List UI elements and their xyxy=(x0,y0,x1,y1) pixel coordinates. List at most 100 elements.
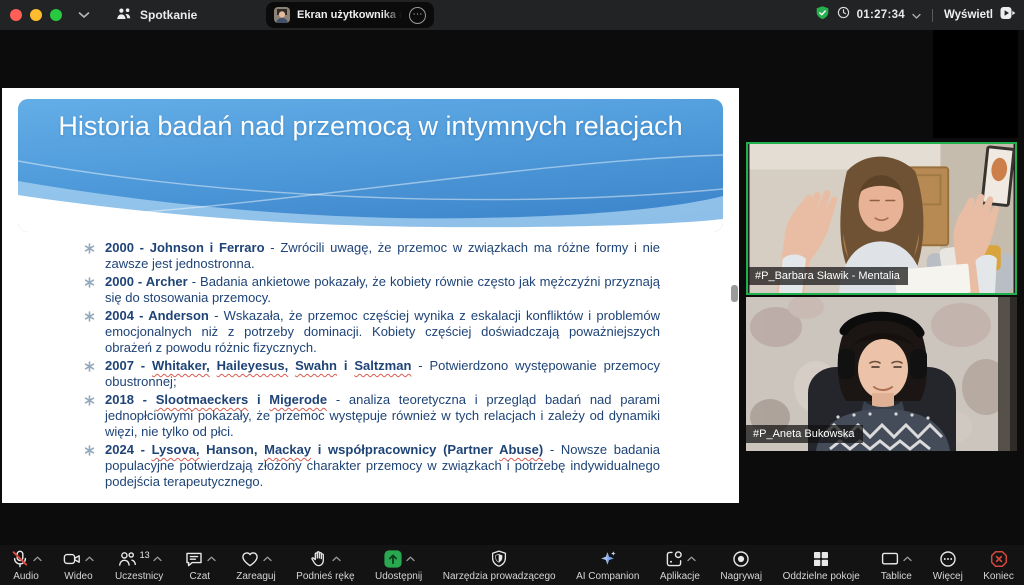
bullet-text-segment: i współpracownicy (Partner xyxy=(311,442,499,457)
bullet-text-segment: Hanson, xyxy=(200,442,265,457)
bullet-text-segment: i xyxy=(337,358,354,373)
raise-hand-icon xyxy=(309,549,341,569)
toolbar-label: Tablice xyxy=(881,571,912,582)
participant-count-badge: 13 xyxy=(140,550,150,560)
toolbar-label: Udostępnij xyxy=(375,571,422,582)
host-tools-shield-icon xyxy=(489,549,509,569)
toolbar-label: Nagrywaj xyxy=(720,571,762,582)
minimize-window-button[interactable] xyxy=(30,9,42,21)
toolbar-ai-companion[interactable]: AI Companion xyxy=(576,545,639,585)
bullet-text-segment: 2004 - Anderson xyxy=(105,308,209,323)
toolbar-oddzielne-pokoje[interactable]: Oddzielne pokoje xyxy=(783,545,860,585)
toolbar-label: Czat xyxy=(189,571,210,582)
bullet-text-segment: 2000 - Johnson i Ferraro xyxy=(105,240,265,255)
bullet-text-segment xyxy=(210,358,217,373)
slide-bullet: 2000 - Johnson i Ferraro - Zwrócili uwag… xyxy=(84,240,660,272)
participants-icon xyxy=(116,7,133,24)
bullet-text-segment: 2018 - xyxy=(105,392,156,407)
toolbar-label: Koniec xyxy=(983,571,1014,582)
toolbar-label: AI Companion xyxy=(576,571,639,582)
slide-title-banner: Historia badań nad przemocą w intymnych … xyxy=(18,99,723,232)
toolbar-nagrywaj[interactable]: Nagrywaj xyxy=(720,545,762,585)
chevron-up-icon[interactable] xyxy=(33,549,42,567)
participants-icon: 13 xyxy=(117,549,162,569)
bullet-text-segment: Haileyesus, xyxy=(217,358,289,373)
toolbar-label: Uczestnicy xyxy=(115,571,163,582)
chevron-up-icon[interactable] xyxy=(406,549,415,567)
apps-icon xyxy=(664,549,696,569)
bullet-text-segment: 2024 - xyxy=(105,442,152,457)
meeting-tab[interactable]: Spotkanie xyxy=(116,7,197,24)
chevron-down-icon[interactable] xyxy=(78,11,90,19)
shared-screen-slide: Historia badań nad przemocą w intymnych … xyxy=(2,88,739,503)
close-window-button[interactable] xyxy=(10,9,22,21)
chevron-up-icon[interactable] xyxy=(85,549,94,567)
toolbar-uczestnicy[interactable]: 13 Uczestnicy xyxy=(115,545,163,585)
slide-bullet: 2018 - Slootmaeckers i Migerode - analiz… xyxy=(84,392,660,440)
bullet-text-segment: 2000 - Archer xyxy=(105,274,188,289)
meeting-timer: 01:27:34 xyxy=(857,9,905,21)
chevron-up-icon[interactable] xyxy=(332,549,341,567)
toolbar-label: Zareaguj xyxy=(236,571,275,582)
bullet-text-segment: Slootmaeckers xyxy=(156,392,249,407)
window-view-icon[interactable] xyxy=(1000,6,1016,25)
toolbar-czat[interactable]: Czat xyxy=(184,545,216,585)
chevron-up-icon[interactable] xyxy=(903,549,912,567)
ellipsis-icon[interactable]: ⋯ xyxy=(409,7,426,24)
toolbar-podnieś-rękę[interactable]: Podnieś rękę xyxy=(296,545,354,585)
toolbar-aplikacje[interactable]: Aplikacje xyxy=(660,545,700,585)
bullet-text-segment: 2007 - xyxy=(105,358,152,373)
screen-share-tab[interactable]: Ekran użytkownika #P_Aneta ⋯ xyxy=(266,2,434,28)
camera-icon xyxy=(62,549,94,569)
chevron-up-icon[interactable] xyxy=(263,549,272,567)
video-tile-barbara[interactable]: #P_Barbara Sławik - Mentalia xyxy=(746,142,1017,295)
bullet-text-segment: i xyxy=(248,392,269,407)
toolbar-label: Aplikacje xyxy=(660,571,700,582)
toolbar-audio[interactable]: Audio xyxy=(10,545,42,585)
chevron-up-icon[interactable] xyxy=(153,549,162,567)
whiteboard-icon xyxy=(880,549,912,569)
more-icon xyxy=(938,549,958,569)
slide-title: Historia badań nad przemocą w intymnych … xyxy=(18,108,723,145)
slide-bullet: 2000 - Archer - Badania ankietowe pokaza… xyxy=(84,274,660,306)
security-shield-icon[interactable] xyxy=(815,5,830,26)
scrollbar-thumb[interactable] xyxy=(731,285,738,302)
chat-icon xyxy=(184,549,216,569)
toolbar-zareaguj[interactable]: Zareaguj xyxy=(236,545,275,585)
video-tile-aneta[interactable]: #P_Aneta Bukowska xyxy=(746,297,1017,451)
avatar xyxy=(274,7,290,23)
title-bar-right: 01:27:34 Wyświetl xyxy=(815,0,1016,30)
bullet-text-segment: Mackay xyxy=(264,442,311,457)
toolbar-narzędzia-prowadzącego[interactable]: Narzędzia prowadzącego xyxy=(443,545,556,585)
bullet-text-segment: Swahn xyxy=(295,358,337,373)
breakout-rooms-icon xyxy=(811,549,831,569)
toolbar-więcej[interactable]: Więcej xyxy=(933,545,963,585)
chevron-up-icon[interactable] xyxy=(207,549,216,567)
divider xyxy=(932,9,933,22)
slide-bullet-list: 2000 - Johnson i Ferraro - Zwrócili uwag… xyxy=(84,240,660,492)
toolbar-udostępnij[interactable]: Udostępnij xyxy=(375,545,422,585)
toolbar-wideo[interactable]: Wideo xyxy=(62,545,94,585)
toolbar-koniec[interactable]: Koniec xyxy=(983,545,1014,585)
zoom-window-button[interactable] xyxy=(50,9,62,21)
toolbar-label: Oddzielne pokoje xyxy=(783,571,860,582)
slide-bullet: 2007 - Whitaker, Haileyesus, Swahn i Sal… xyxy=(84,358,660,390)
bullet-text-segment: - Badania ankietowe pokazały, że kobiety… xyxy=(105,274,660,305)
window-controls xyxy=(10,9,62,21)
zoom-meeting-window: Spotkanie Ekran użytkownika #P_Aneta ⋯ 0… xyxy=(0,0,1024,585)
slide-bullet: 2024 - Lysova, Hanson, Mackay i współpra… xyxy=(84,442,660,490)
record-icon xyxy=(731,549,751,569)
view-button-label[interactable]: Wyświetl xyxy=(944,9,993,21)
meeting-main-area: Historia badań nad przemocą w intymnych … xyxy=(0,30,1024,545)
meeting-toolbar: Audio Wideo 13 Uczestnicy Czat Zareaguj Podnie… xyxy=(0,545,1024,585)
bullet-text-segment: Saltzman xyxy=(354,358,411,373)
toolbar-label: Wideo xyxy=(64,571,92,582)
screen-share-tab-label: Ekran użytkownika #P_Aneta xyxy=(297,9,402,21)
participant-name-label: #P_Aneta Bukowska xyxy=(746,425,863,443)
toolbar-label: Więcej xyxy=(933,571,963,582)
toolbar-tablice[interactable]: Tablice xyxy=(880,545,912,585)
chevron-up-icon[interactable] xyxy=(687,549,696,567)
video-tile-camera-off[interactable] xyxy=(933,30,1018,138)
meeting-tab-label: Spotkanie xyxy=(140,8,197,22)
chevron-down-icon[interactable] xyxy=(912,6,921,24)
